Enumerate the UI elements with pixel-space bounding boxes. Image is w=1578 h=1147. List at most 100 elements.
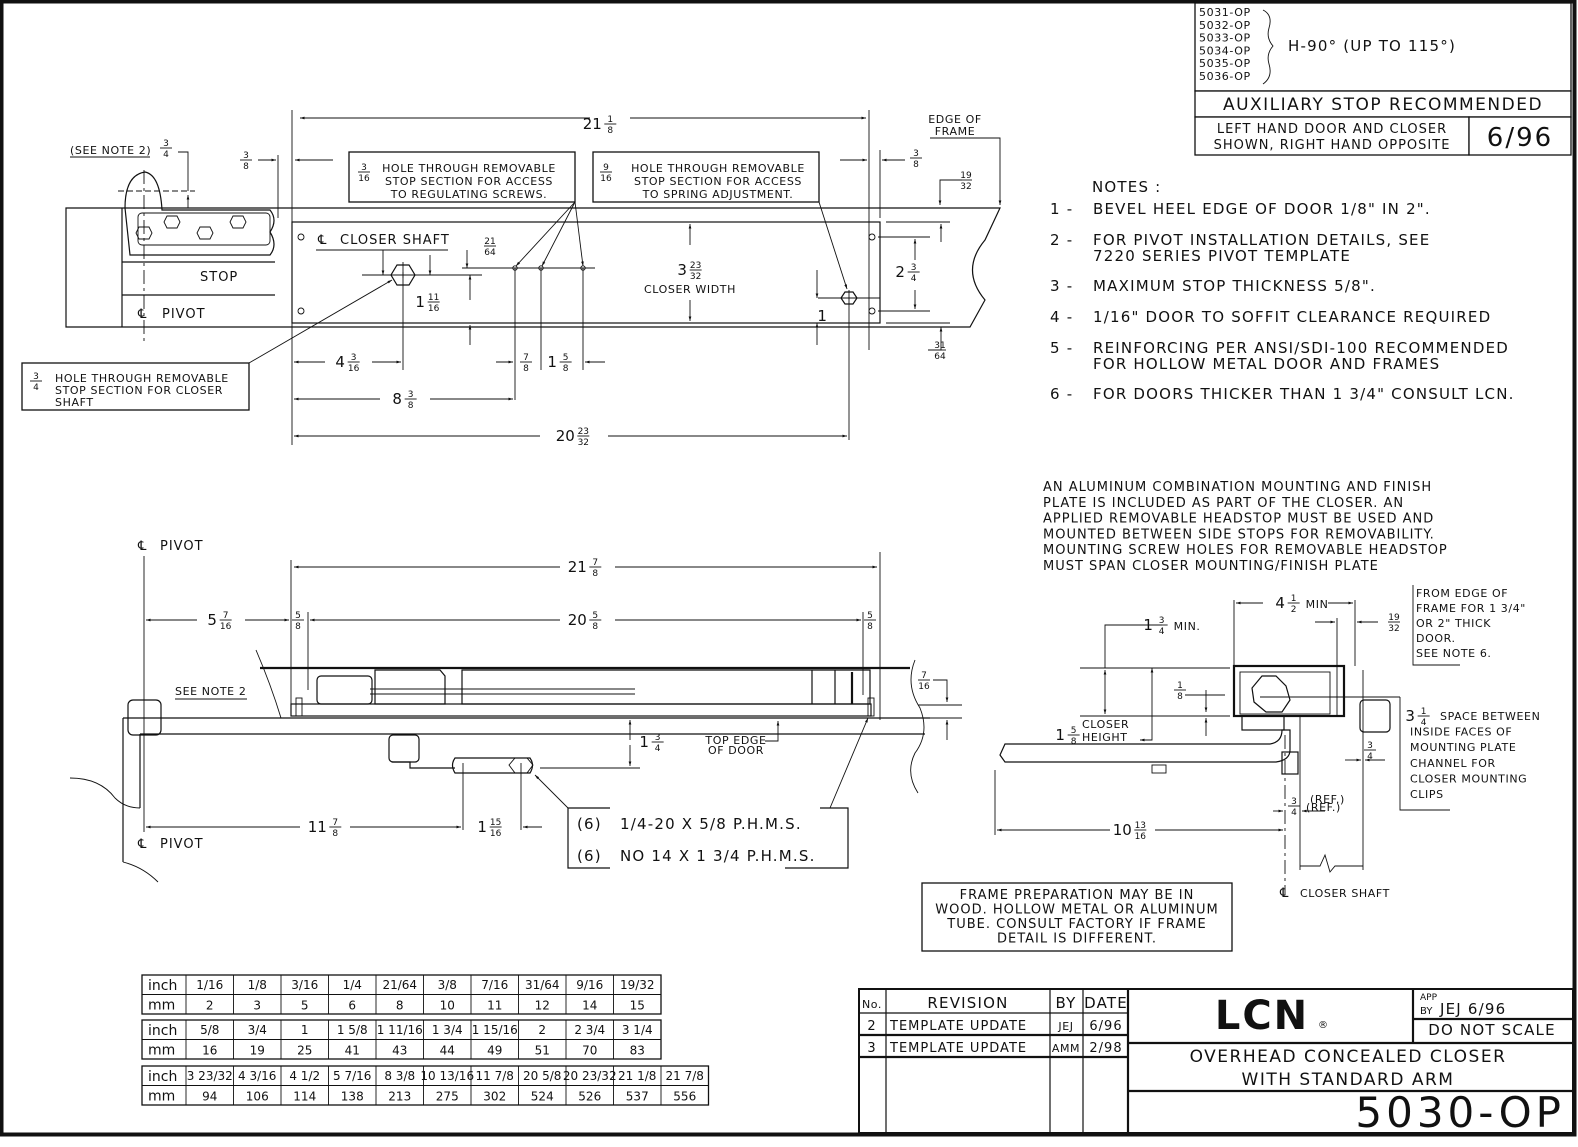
frame-note-box: FROM EDGE OF FRAME FOR 1 3/4" OR 2" THICK D… [1412,585,1526,666]
dim-numerator: 5 [867,611,873,621]
dim-arm-10-13-16: 10 1316 [1113,821,1147,842]
dim-denominator: 64 [934,352,946,362]
conversion-table: inch mm 3 23/32 94 4 3/16 106 4 1/2 114 5 7/16 13… [141,1065,710,1106]
inch-cell: 1 15/16 [472,1023,518,1037]
rev-header-revision: REVISION [927,994,1008,1012]
model-item: 5036-OP [1199,70,1251,83]
inch-cell: 31/64 [525,978,560,992]
dim-whole: 1 [477,818,487,836]
mm-cell: 43 [392,1044,407,1058]
dim-min-4-1-2: 4 12 MIN [1275,594,1327,615]
dim-whole: 4 [1275,594,1285,612]
see-note-2-label: (SEE NOTE 2) [70,144,151,157]
mm-cell: 14 [582,999,597,1013]
conversion-table: inch mm 1/16 2 1/8 3 3/16 5 1/4 6 21/64 8 3/8 10 7/16 1… [141,974,662,1015]
mm-cell: 19 [250,1044,265,1058]
models-box: 5031-OP5032-OP5033-OP5034-OP5035-OP5036-… [1194,2,1572,156]
row-label-inch: inch [148,978,177,994]
inch-cell: 21 1/8 [618,1069,656,1083]
inch-cell: 8 3/8 [384,1069,415,1083]
dim-denominator: 4 [1367,752,1373,762]
dim-denominator: 32 [690,272,701,282]
svg-text:HOLE THROUGH REMOVABLE: HOLE THROUGH REMOVABLE [631,162,805,175]
dim-left-5-8: 58 [292,611,304,632]
svg-text:HOLE THROUGH REMOVABLE: HOLE THROUGH REMOVABLE [382,162,556,175]
dim-hole-21-64: 2164 [484,237,496,258]
dim-whole: 8 [392,390,402,408]
dim-numerator: 3 [1159,616,1165,626]
note-number: 6 - [1050,385,1073,403]
do-not-scale: DO NOT SCALE [1428,1021,1556,1039]
dim-whole: 1 [1055,726,1065,744]
section-arm [999,729,1291,763]
dim-gap-1-8: 18 [1174,681,1186,702]
frame-note-line: DOOR. [1416,632,1456,645]
dim-clearance-7-16: 716 [918,671,930,692]
mm-cell: 44 [440,1044,455,1058]
inch-cell: 3 23/32 [187,1069,233,1083]
dim-denominator: 4 [1159,627,1165,637]
mm-cell: 138 [341,1090,364,1104]
mm-cell: 2 [206,999,214,1013]
ref-label: (REF.) [1310,793,1345,806]
row-label-inch: inch [148,1069,177,1085]
dim-frame-19-32: 1932 [960,171,972,192]
inch-cell: 1/16 [196,978,223,992]
frame-prep-line: FRAME PREPARATION MAY BE IN [960,888,1195,903]
dim-see-note-3-4: 34 [160,139,172,160]
space-note-line: SPACE BETWEEN [1440,710,1540,723]
svg-text:CLOSER: CLOSER [1082,718,1129,731]
dim-numerator: 3 [351,353,357,363]
aluminum-note-line: PLATE IS INCLUDED AS PART OF THE CLOSER.… [1043,496,1404,511]
mm-cell: 25 [297,1044,312,1058]
dim-numerator: 1 [1177,681,1183,691]
aluminum-note-line: MOUNTING SCREW HOLES FOR REMOVABLE HEADS… [1043,543,1448,558]
dim-pivot-11-7-8: 11 78 [308,818,342,839]
dim-denominator: 16 [358,174,370,184]
dim-whole: 1 [415,293,425,311]
notes-heading: NOTES : [1092,178,1161,196]
note-text: 7220 SERIES PIVOT TEMPLATE [1093,247,1351,265]
dim-closer-width: 3 2332 [677,261,702,282]
mm-cell: 6 [348,999,356,1013]
dim-inner-20-5-8: 20 58 [568,611,602,632]
note-number: 4 - [1050,308,1073,326]
mm-cell: 556 [673,1090,696,1104]
hex-bolt-icon [163,215,181,229]
aluminum-note-line: AN ALUMINUM COMBINATION MOUNTING AND FIN… [1043,480,1432,495]
inch-cell: 1 [301,1023,309,1037]
screw-qty-1: (6) [577,815,602,833]
model-item: 5035-OP [1199,57,1251,70]
space-note-line: CLIPS [1410,788,1444,801]
mm-cell: 51 [535,1044,550,1058]
top-view: STOP ℄ PIVOT ℄ CLOSER SHAFT 21 18 38 (SE… [21,110,1002,448]
inch-cell: 21 7/8 [666,1069,704,1083]
aluminum-plate-note: AN ALUMINUM COMBINATION MOUNTING AND FIN… [1043,480,1448,574]
dim-reg-1-5-8: 1 58 [547,353,572,374]
app-label: APP [1420,993,1438,1003]
frame-prep-line: WOOD. HOLLOW METAL OR ALUMINUM [935,903,1218,918]
rev-text: TEMPLATE UPDATE [889,1019,1027,1034]
frame-note-line: SEE NOTE 6. [1416,647,1492,660]
dim-numerator: 15 [490,818,501,828]
frame-note-line: FRAME FOR 1 3/4" [1416,602,1526,615]
mm-cell: 302 [483,1090,506,1104]
section-view: 1 34 MIN. 4 12 MIN 1932 FROM EDGE OFFRAME FO… [994,585,1540,901]
dim-whole: 10 [1113,821,1132,839]
svg-text:TO SPRING ADJUSTMENT.: TO SPRING ADJUSTMENT. [642,188,794,201]
svg-text:SHAFT: SHAFT [55,396,94,409]
dim-denominator: 16 [490,829,502,839]
dim-spring-1: 1 [817,307,827,325]
dim-whole: 3 [677,261,687,279]
hand-note-line1: LEFT HAND DOOR AND CLOSER [1217,122,1447,137]
dim-numerator: 23 [690,261,701,271]
dim-denominator: 4 [33,383,39,393]
dim-denominator: 32 [1388,624,1399,634]
dim-denominator: 16 [348,364,360,374]
dim-numerator: 3 [1367,741,1373,751]
dim-denominator: 8 [243,162,249,172]
rev-header-date: DATE [1084,994,1128,1012]
dim-right-5-8: 58 [864,611,876,632]
dim-numerator: 3 [911,263,917,273]
dim-numerator: 7 [523,353,529,363]
